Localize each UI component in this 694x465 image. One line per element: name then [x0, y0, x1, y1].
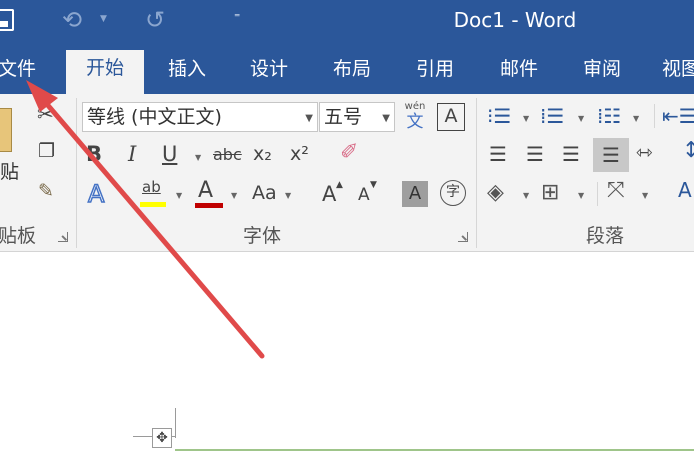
- clear-formatting-icon[interactable]: ✐: [340, 140, 358, 165]
- tab-mailings[interactable]: 邮件: [480, 54, 558, 94]
- grow-font-button[interactable]: A: [322, 182, 336, 206]
- ribbon-divider: [76, 98, 77, 248]
- justify-icon[interactable]: ☰: [593, 138, 629, 172]
- character-border-button[interactable]: A: [437, 103, 465, 131]
- numbering-dropdown-icon[interactable]: ▼: [578, 114, 584, 123]
- numbering-icon[interactable]: ⁞☰: [540, 102, 564, 130]
- title-bar: ⟲ ▼ ↺ ⁼ Doc1 - Word: [0, 0, 694, 42]
- grow-arrow-icon: ▲: [336, 180, 343, 190]
- align-left-icon[interactable]: ☰: [489, 142, 507, 166]
- underline-button[interactable]: U: [162, 142, 177, 166]
- asian-layout-icon[interactable]: ⤧: [607, 178, 625, 203]
- character-shading-button[interactable]: A: [402, 181, 428, 207]
- asian-layout-dropdown-icon[interactable]: ▼: [642, 191, 648, 200]
- tab-home[interactable]: 开始: [66, 50, 144, 94]
- borders-dropdown-icon[interactable]: ▼: [578, 191, 584, 200]
- paragraph-group-label: 段落: [585, 225, 624, 247]
- shrink-arrow-icon: ▼: [370, 180, 377, 190]
- format-painter-icon[interactable]: ✎: [38, 180, 54, 202]
- italic-button[interactable]: I: [128, 142, 136, 166]
- customize-qat-icon[interactable]: ⁼: [234, 10, 240, 24]
- change-case-button[interactable]: Aa: [252, 182, 277, 204]
- font-color-dropdown-icon[interactable]: ▼: [231, 191, 237, 200]
- sort-icon[interactable]: A: [678, 178, 692, 202]
- bullets-icon[interactable]: ⁝☰: [487, 102, 511, 130]
- redo-icon[interactable]: ↺: [145, 6, 165, 34]
- document-canvas[interactable]: [0, 252, 694, 465]
- tab-layout[interactable]: 布局: [313, 54, 391, 94]
- shading-icon[interactable]: ◈: [487, 180, 504, 205]
- clipboard-group-label: 贴板: [0, 225, 37, 247]
- tab-review[interactable]: 审阅: [563, 54, 641, 94]
- align-right-icon[interactable]: ☰: [562, 142, 580, 166]
- margin-crop-mark: [175, 408, 176, 438]
- distributed-icon[interactable]: ⇿: [636, 140, 653, 164]
- font-color-bar: [195, 203, 223, 208]
- paste-icon[interactable]: [0, 108, 12, 152]
- tab-references[interactable]: 引用: [396, 54, 474, 94]
- font-name-box[interactable]: 等线 (中文正文) ▼: [82, 102, 318, 132]
- copy-icon[interactable]: ❐: [38, 140, 55, 162]
- ribbon-tab-row: 文件 开始 插入 设计 布局 引用 邮件 审阅 视图: [0, 42, 694, 94]
- tab-insert[interactable]: 插入: [148, 54, 226, 94]
- ribbon-divider: [476, 98, 477, 248]
- underline-dropdown-icon[interactable]: ▼: [195, 153, 201, 162]
- tab-file[interactable]: 文件: [0, 54, 36, 94]
- text-effects-button[interactable]: A: [87, 179, 105, 209]
- phonetic-guide-button[interactable]: wén 文: [402, 101, 428, 131]
- multilevel-dropdown-icon[interactable]: ▼: [633, 114, 639, 123]
- multilevel-list-icon[interactable]: ⁞☷: [597, 102, 621, 130]
- window-title: Doc1 - Word: [453, 8, 577, 32]
- save-icon[interactable]: [0, 9, 14, 31]
- align-center-icon[interactable]: ☰: [526, 142, 544, 166]
- subscript-button[interactable]: x₂: [253, 143, 272, 165]
- ribbon-divider: [597, 182, 598, 206]
- highlight-button[interactable]: ab: [142, 178, 161, 196]
- clipboard-launcher-icon[interactable]: [58, 232, 68, 242]
- font-group-label: 字体: [242, 225, 281, 247]
- bullets-dropdown-icon[interactable]: ▼: [523, 114, 529, 123]
- shading-dropdown-icon[interactable]: ▼: [523, 191, 529, 200]
- font-name-value: 等线 (中文正文): [87, 106, 222, 128]
- font-size-value: 五号: [324, 106, 363, 128]
- phonetic-guide-bottom: 文: [406, 112, 424, 132]
- superscript-button[interactable]: x²: [290, 143, 309, 165]
- font-size-box[interactable]: 五号 ▼: [319, 102, 395, 132]
- undo-icon[interactable]: ⟲: [62, 6, 82, 34]
- tab-design[interactable]: 设计: [230, 54, 308, 94]
- shrink-font-button[interactable]: A: [358, 185, 370, 205]
- line-spacing-icon[interactable]: ↕: [682, 138, 694, 163]
- undo-dropdown-icon[interactable]: ▼: [100, 14, 107, 24]
- chevron-down-icon[interactable]: ▼: [305, 105, 313, 131]
- strikethrough-button[interactable]: abc: [213, 145, 242, 164]
- tab-view[interactable]: 视图: [646, 54, 694, 94]
- chevron-down-icon[interactable]: ▼: [382, 105, 390, 131]
- ribbon-divider: [654, 104, 655, 128]
- table-top-border: [175, 449, 694, 451]
- bold-button[interactable]: B: [86, 142, 102, 166]
- change-case-dropdown-icon[interactable]: ▼: [285, 191, 291, 200]
- highlight-color-bar: [140, 202, 166, 207]
- enclose-characters-button[interactable]: 字: [440, 180, 466, 206]
- borders-icon[interactable]: ⊞: [541, 180, 559, 205]
- paste-button-label[interactable]: 贴: [0, 160, 19, 184]
- highlight-dropdown-icon[interactable]: ▼: [176, 191, 182, 200]
- font-launcher-icon[interactable]: [458, 232, 468, 242]
- table-move-handle-icon[interactable]: ✥: [152, 428, 172, 448]
- font-color-button[interactable]: A: [198, 178, 213, 203]
- cut-icon[interactable]: ✂: [37, 102, 54, 126]
- decrease-indent-icon[interactable]: ⇤☰: [662, 102, 694, 130]
